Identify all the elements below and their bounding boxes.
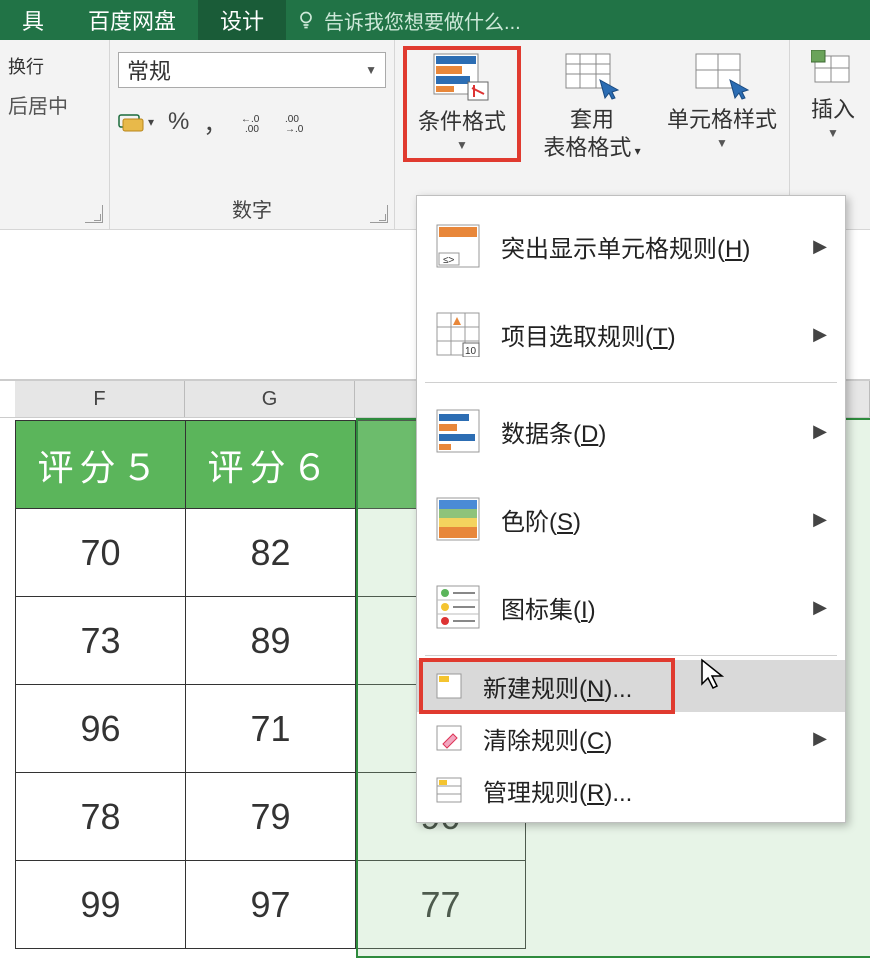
conditional-formatting-label: 条件格式 (418, 108, 506, 136)
insert-label: 插入 (811, 96, 855, 124)
data-bars-icon (435, 408, 481, 454)
number-group-label: 数字 (118, 194, 386, 225)
menu-highlight-rules-label: 突出显示单元格规则(H) (501, 229, 750, 264)
comma-button[interactable]: ， (203, 104, 227, 139)
number-format-value: 常规 (127, 54, 171, 86)
currency-icon (118, 112, 144, 132)
merge-center-button[interactable]: 后居中 (8, 86, 101, 119)
submenu-arrow-icon: ▶ (813, 597, 827, 618)
color-scales-icon (435, 496, 481, 542)
menu-new-rule[interactable]: 新建规则(N)... (417, 660, 845, 712)
wrap-text-button[interactable]: 换行 (8, 53, 44, 79)
header-cell[interactable]: 评分６ (186, 421, 356, 509)
highlight-rules-icon: ≤> (435, 223, 481, 269)
number-dialog-launcher[interactable] (370, 205, 388, 223)
menu-color-scales-label: 色阶(S) (501, 502, 581, 537)
increase-decimal-button[interactable]: ←.0 .00 (241, 110, 271, 134)
svg-text:→.0: →.0 (285, 124, 304, 134)
menu-data-bars[interactable]: 数据条(D) ▶ (417, 387, 845, 475)
currency-button[interactable]: ▾ (118, 112, 154, 132)
alignment-dialog-launcher[interactable] (85, 205, 103, 223)
tab-baidu[interactable]: 百度网盘 (66, 0, 198, 40)
table-row: 99 97 77 (16, 861, 526, 949)
cell[interactable]: 96 (16, 685, 186, 773)
submenu-arrow-icon: ▶ (813, 421, 827, 442)
cell[interactable]: 99 (16, 861, 186, 949)
insert-cells-icon (811, 50, 855, 90)
format-as-table-button[interactable]: 套用 表格格式 ▾ (533, 46, 651, 165)
percent-button[interactable]: % (168, 108, 189, 136)
svg-text:≤>: ≤> (443, 255, 454, 266)
chevron-down-icon: ▼ (456, 138, 468, 152)
decrease-decimal-button[interactable]: .00 →.0 (285, 110, 315, 134)
submenu-arrow-icon: ▶ (813, 509, 827, 530)
menu-top-bottom-label: 项目选取规则(T) (501, 317, 676, 352)
format-as-table-label: 套用 表格格式 ▾ (543, 106, 640, 161)
header-cell[interactable]: 评分５ (16, 421, 186, 509)
svg-text:.00: .00 (245, 124, 259, 134)
conditional-formatting-menu: ≤> 突出显示单元格规则(H) ▶ 10 项目选取规则(T) ▶ 数据条(D) … (416, 195, 846, 823)
clear-rules-icon (435, 724, 463, 752)
cell[interactable]: 70 (16, 509, 186, 597)
menu-color-scales[interactable]: 色阶(S) ▶ (417, 475, 845, 563)
svg-text:10: 10 (465, 346, 477, 357)
number-group: 常规 ▼ ▾ % ， ←.0 .00 (110, 40, 395, 229)
menu-top-bottom-rules[interactable]: 10 项目选取规则(T) ▶ (417, 290, 845, 378)
decrease-decimal-icon: .00 →.0 (285, 110, 315, 134)
cursor-icon (700, 658, 726, 690)
chevron-down-icon: ▼ (716, 136, 728, 150)
menu-new-rule-label: 新建规则(N)... (483, 669, 632, 704)
cell[interactable]: 78 (16, 773, 186, 861)
menu-manage-rules[interactable]: 管理规则(R)... (417, 764, 845, 816)
column-header-g[interactable]: G (185, 381, 355, 417)
conditional-formatting-icon (432, 52, 492, 102)
top-bottom-icon: 10 (435, 311, 481, 357)
new-rule-icon (435, 672, 463, 700)
tell-me-search[interactable]: 告诉我您想要做什么... (296, 6, 521, 35)
cell[interactable]: 82 (186, 509, 356, 597)
cell[interactable]: 73 (16, 597, 186, 685)
chevron-down-icon: ▼ (365, 63, 377, 77)
icon-sets-icon (435, 584, 481, 630)
cell-styles-icon (692, 50, 752, 100)
cell[interactable]: 79 (186, 773, 356, 861)
menu-data-bars-label: 数据条(D) (501, 414, 606, 449)
increase-decimal-icon: ←.0 .00 (241, 110, 271, 134)
menu-icon-sets[interactable]: 图标集(I) ▶ (417, 563, 845, 651)
manage-rules-icon (435, 776, 463, 804)
tab-design[interactable]: 设计 (198, 0, 286, 40)
menu-highlight-rules[interactable]: ≤> 突出显示单元格规则(H) ▶ (417, 202, 845, 290)
menu-manage-rules-label: 管理规则(R)... (483, 773, 632, 808)
cell[interactable]: 97 (186, 861, 356, 949)
titlebar: 具 百度网盘 设计 告诉我您想要做什么... (0, 0, 870, 40)
number-format-combo[interactable]: 常规 ▼ (118, 52, 386, 88)
cell[interactable]: 77 (356, 861, 526, 949)
tab-truncated[interactable]: 具 (0, 0, 66, 40)
menu-icon-sets-label: 图标集(I) (501, 590, 596, 625)
column-header-f[interactable]: F (15, 381, 185, 417)
insert-button[interactable]: 插入 ▼ (798, 46, 868, 144)
cell-styles-button[interactable]: 单元格样式 ▼ (663, 46, 781, 154)
menu-clear-rules-label: 清除规则(C) (483, 721, 612, 756)
chevron-down-icon: ▾ (148, 115, 154, 129)
tell-me-label: 告诉我您想要做什么... (324, 6, 521, 35)
menu-separator (425, 382, 837, 383)
menu-clear-rules[interactable]: 清除规则(C) ▶ (417, 712, 845, 764)
chevron-down-icon: ▼ (827, 126, 839, 140)
alignment-group: 换行 后居中 (0, 40, 110, 229)
cell-styles-label: 单元格样式 (667, 106, 777, 134)
cell[interactable]: 71 (186, 685, 356, 773)
submenu-arrow-icon: ▶ (813, 324, 827, 345)
conditional-formatting-button[interactable]: 条件格式 ▼ (403, 46, 521, 162)
lightbulb-icon (296, 10, 316, 30)
format-as-table-icon (562, 50, 622, 100)
submenu-arrow-icon: ▶ (813, 728, 827, 749)
menu-separator (425, 655, 837, 656)
cell[interactable]: 89 (186, 597, 356, 685)
submenu-arrow-icon: ▶ (813, 236, 827, 257)
